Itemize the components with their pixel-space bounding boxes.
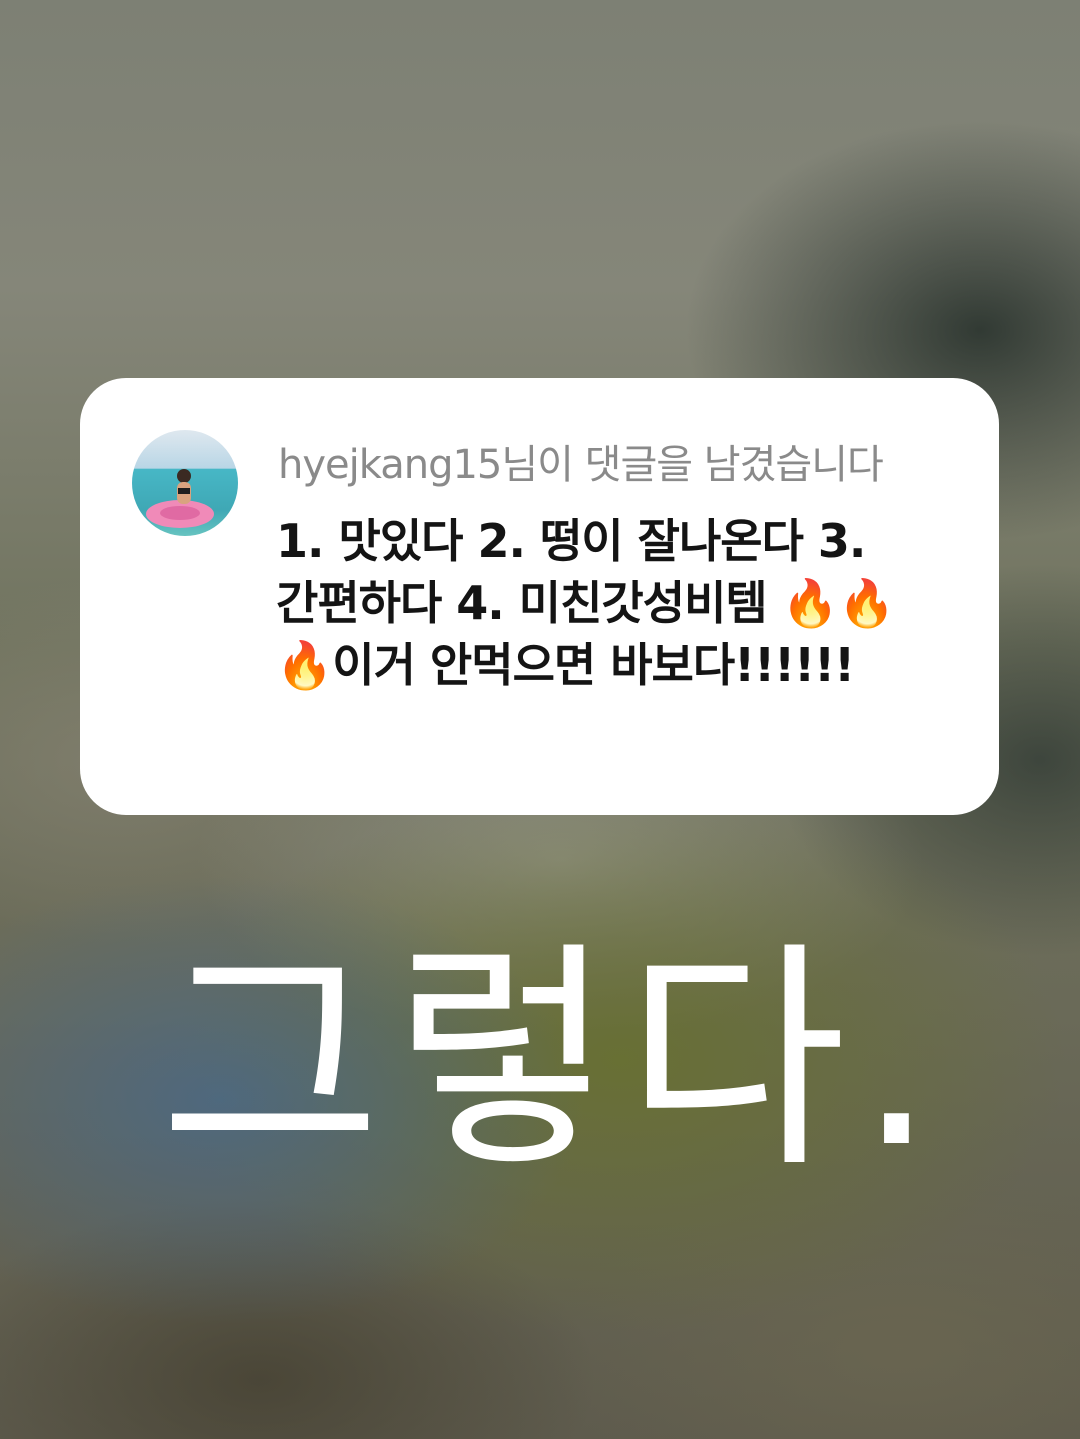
notification-header: hyejkang15님이 댓글을 남겼습니다 — [278, 442, 884, 488]
comment-notification-card[interactable]: hyejkang15님이 댓글을 남겼습니다 1. 맛있다 2. 떵이 잘나온다… — [80, 378, 999, 815]
comment-text: 1. 맛있다 2. 떵이 잘나온다 3. 간편하다 4. 미친갓성비템 🔥🔥🔥이… — [276, 514, 895, 692]
avatar[interactable] — [132, 430, 238, 536]
story-overlay-text: 그렇다. — [160, 920, 947, 1200]
